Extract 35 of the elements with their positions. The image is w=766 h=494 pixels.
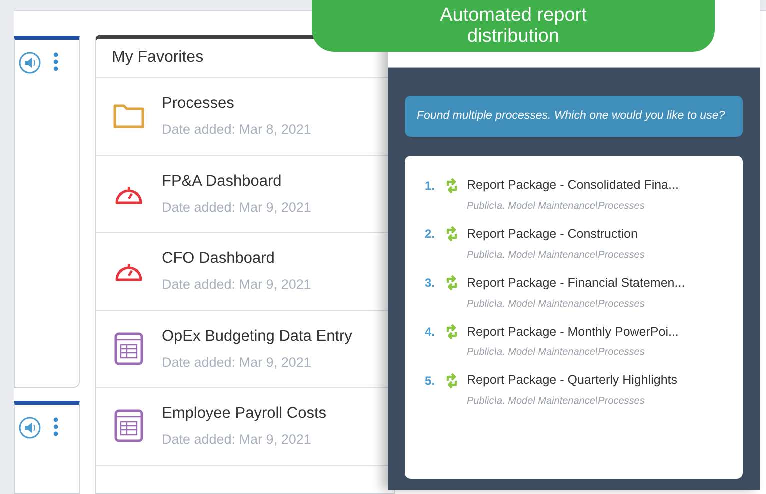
option-title[interactable]: Report Package - Construction bbox=[467, 225, 638, 244]
folder-icon bbox=[113, 103, 145, 130]
option-number: 5. bbox=[425, 372, 436, 390]
option-path: Public\a. Model Maintenance\Processes bbox=[466, 298, 646, 312]
date-added: Date added: Mar 9, 2021 bbox=[162, 198, 312, 217]
more-icon[interactable] bbox=[53, 417, 59, 437]
date-added: Date added: Mar 8, 2021 bbox=[162, 121, 312, 140]
favorite-name[interactable]: Processes bbox=[162, 92, 312, 116]
speaker-icon[interactable] bbox=[19, 52, 41, 74]
banner-text: distribution bbox=[468, 26, 560, 47]
favorite-name[interactable]: CFO Dashboard bbox=[162, 247, 312, 270]
chat-message: Found multiple processes. Which one would you like to use? bbox=[405, 96, 743, 138]
option-path: Public\a. Model Maintenance\Processes bbox=[466, 395, 646, 409]
form-icon bbox=[113, 409, 145, 444]
option-path: Public\a. Model Maintenance\Processes bbox=[466, 248, 646, 263]
option-path: Public\a. Model Maintenance\Processes bbox=[466, 200, 646, 214]
option-title[interactable]: Report Package - Financial Statemen... bbox=[467, 274, 686, 292]
date-added: Date added: Mar 9, 2021 bbox=[162, 431, 312, 450]
option-title[interactable]: Report Package - Consolidated Fina... bbox=[467, 176, 679, 195]
option-title[interactable]: Report Package - Quarterly Highlights bbox=[467, 371, 678, 390]
option-title[interactable]: Report Package - Monthly PowerPoi... bbox=[467, 322, 679, 342]
favorite-name[interactable]: OpEx Budgeting Data Entry bbox=[162, 324, 352, 348]
favorite-name[interactable]: FP&A Dashboard bbox=[162, 170, 312, 193]
banner-text: Automated report bbox=[440, 5, 587, 26]
more-icon[interactable] bbox=[53, 52, 59, 72]
option-path: Public\a. Model Maintenance\Processes bbox=[466, 346, 646, 360]
form-icon bbox=[113, 332, 145, 366]
speaker-icon[interactable] bbox=[19, 417, 41, 439]
option-number: 4. bbox=[425, 324, 436, 341]
favorite-name[interactable]: Employee Payroll Costs bbox=[162, 402, 327, 426]
option-number: 3. bbox=[425, 275, 436, 292]
date-added: Date added: Mar 9, 2021 bbox=[162, 276, 312, 294]
option-number: 1. bbox=[425, 178, 436, 195]
option-number: 2. bbox=[425, 226, 436, 244]
date-added: Date added: Mar 9, 2021 bbox=[162, 354, 312, 372]
